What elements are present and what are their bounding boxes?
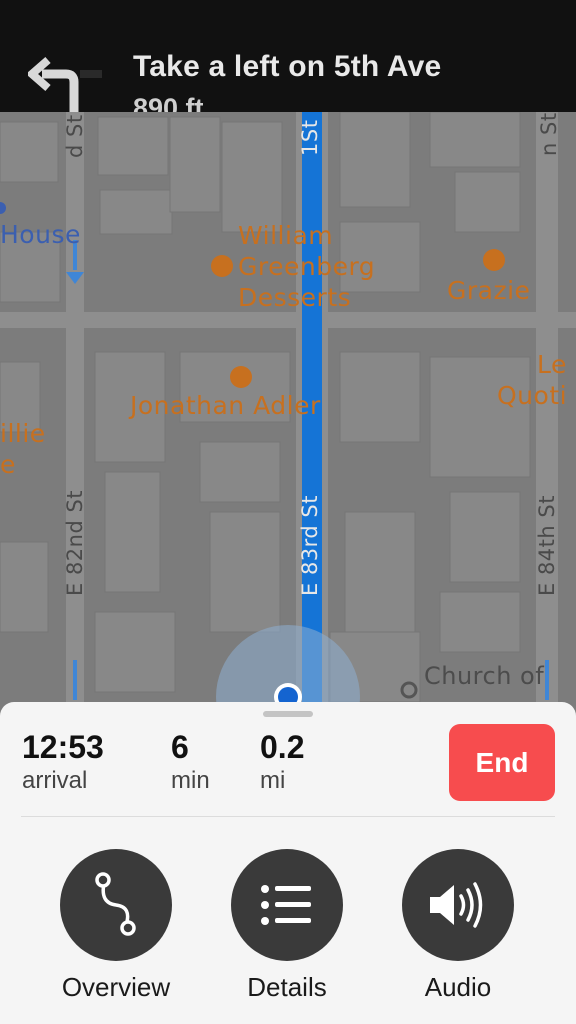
street-label-e84: E 84th St bbox=[535, 495, 559, 596]
maneuver-distance: 890 ft bbox=[133, 93, 204, 112]
sheet-divider bbox=[21, 816, 555, 817]
street-label-top-right: n St bbox=[537, 112, 561, 156]
street-label-e82: E 82nd St bbox=[63, 489, 87, 596]
poi-jonathan-adler[interactable]: Jonathan Adler bbox=[130, 390, 321, 421]
turn-left-arrow-icon bbox=[28, 56, 102, 112]
bakery-poi-icon[interactable] bbox=[211, 255, 233, 277]
details-button[interactable] bbox=[231, 849, 343, 961]
trip-summary-sheet[interactable]: 12:53 arrival 6 min 0.2 mi End Overview … bbox=[0, 702, 576, 1024]
poi-le-quoti-line1[interactable]: Le bbox=[537, 349, 567, 380]
speaker-icon bbox=[430, 882, 483, 928]
shopping-poi-icon[interactable] bbox=[230, 366, 252, 388]
street-label-top-left: d St bbox=[63, 114, 87, 158]
restaurant-poi-icon[interactable] bbox=[483, 249, 505, 271]
arrival-label: arrival bbox=[22, 767, 88, 794]
sheet-grabber[interactable] bbox=[263, 711, 313, 717]
trip-distance-unit: mi bbox=[260, 767, 286, 794]
trip-duration-unit: min bbox=[171, 767, 210, 794]
poi-grazie[interactable]: Grazie bbox=[447, 275, 530, 306]
street-label-top-mid: 1St bbox=[298, 119, 322, 156]
arrival-time: 12:53 bbox=[22, 729, 104, 765]
route-overview-icon bbox=[95, 872, 136, 936]
end-route-button[interactable]: End bbox=[449, 724, 555, 801]
poi-le-quoti-line2[interactable]: Quoti bbox=[497, 380, 567, 411]
poi-willie-line2[interactable]: e bbox=[0, 449, 16, 480]
poi-house[interactable]: House bbox=[0, 220, 81, 249]
poi-william-greenberg[interactable]: William Greenberg Desserts bbox=[238, 220, 375, 313]
trip-distance: 0.2 bbox=[260, 729, 305, 765]
maneuver-instruction: Take a left on 5th Ave bbox=[133, 50, 442, 83]
poi-church[interactable]: Church of bbox=[424, 662, 544, 690]
navigation-banner: Take a left on 5th Ave 890 ft bbox=[0, 0, 576, 112]
overview-button[interactable] bbox=[60, 849, 172, 961]
street-label-e83: E 83rd St bbox=[298, 495, 322, 596]
poi-willie-line1[interactable]: illie bbox=[0, 418, 46, 449]
details-label: Details bbox=[247, 972, 327, 1002]
audio-label: Audio bbox=[424, 972, 492, 1002]
audio-button[interactable] bbox=[402, 849, 514, 961]
list-icon bbox=[261, 885, 311, 925]
trip-duration: 6 bbox=[171, 729, 189, 765]
map-view[interactable]: William Greenberg Desserts Grazie Le Quo… bbox=[0, 112, 576, 712]
overview-label: Overview bbox=[61, 972, 171, 1002]
